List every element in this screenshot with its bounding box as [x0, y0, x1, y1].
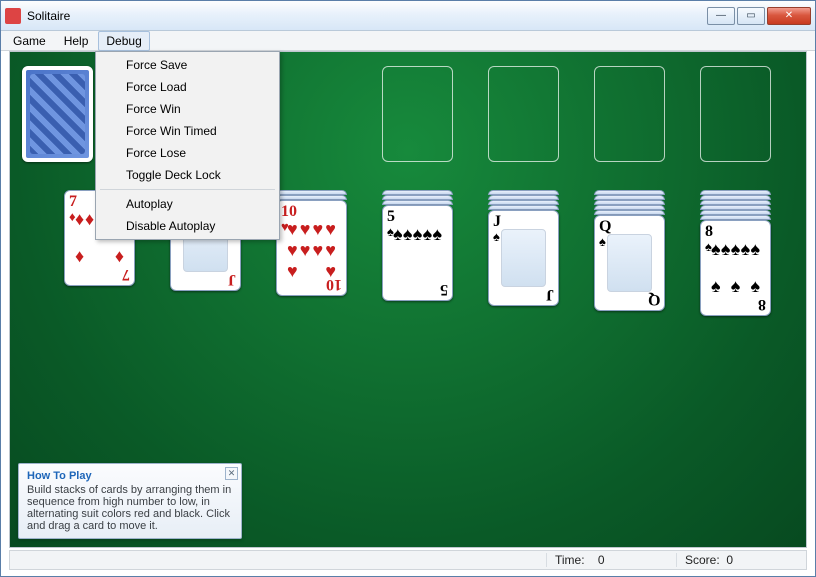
card-pips: ♠♠♠♠♠	[393, 224, 442, 282]
card-rank-bottom: J	[228, 270, 236, 288]
foundation-3[interactable]	[594, 66, 665, 162]
menubar: GameHelpDebug	[1, 31, 815, 51]
status-bar: Time: 0 Score: 0	[9, 550, 807, 570]
debug-force-save[interactable]: Force Save	[98, 54, 277, 76]
card-Q-spades[interactable]: Q♠Q	[594, 215, 665, 311]
titlebar: Solitaire — ▭ ✕	[1, 1, 815, 31]
minimize-button[interactable]: —	[707, 7, 735, 25]
card-face-art	[607, 234, 652, 292]
card-rank-bottom: Q	[648, 290, 660, 308]
maximize-button[interactable]: ▭	[737, 7, 765, 25]
status-time: Time: 0	[546, 553, 676, 567]
debug-disable-autoplay[interactable]: Disable Autoplay	[98, 215, 277, 237]
card-5-spades[interactable]: 5♠5♠♠♠♠♠	[382, 205, 453, 301]
time-value: 0	[598, 553, 605, 567]
tip-header: How To Play	[27, 470, 233, 482]
card-rank-bottom: J	[546, 285, 554, 303]
menu-help[interactable]: Help	[56, 31, 97, 51]
window-title: Solitaire	[27, 9, 705, 23]
tip-body: Build stacks of cards by arranging them …	[27, 484, 233, 532]
foundation-4[interactable]	[700, 66, 771, 162]
card-back[interactable]	[22, 66, 93, 162]
card-pips: ♠♠♠♠♠♠♠♠	[711, 239, 760, 297]
window-controls: — ▭ ✕	[705, 7, 811, 25]
debug-menu-dropdown: Force SaveForce LoadForce WinForce Win T…	[95, 51, 280, 240]
how-to-play-tip: ✕ How To Play Build stacks of cards by a…	[18, 463, 242, 539]
menu-debug[interactable]: Debug	[98, 31, 149, 51]
spades-icon: ♠	[599, 234, 606, 249]
debug-autoplay[interactable]: Autoplay	[98, 193, 277, 215]
card-8-spades[interactable]: 8♠8♠♠♠♠♠♠♠♠	[700, 220, 771, 316]
debug-toggle-deck-lock[interactable]: Toggle Deck Lock	[98, 164, 277, 186]
stock-pile[interactable]	[22, 66, 93, 162]
status-score: Score: 0	[676, 553, 806, 567]
score-value: 0	[726, 553, 733, 567]
foundation-1[interactable]	[382, 66, 453, 162]
debug-force-win-timed[interactable]: Force Win Timed	[98, 120, 277, 142]
foundation-2[interactable]	[488, 66, 559, 162]
menu-separator	[100, 189, 275, 190]
score-label: Score:	[685, 553, 720, 567]
card-rank-bottom: 7	[122, 265, 130, 283]
debug-force-load[interactable]: Force Load	[98, 76, 277, 98]
app-icon	[5, 8, 21, 24]
card-J-spades[interactable]: J♠J	[488, 210, 559, 306]
menu-game[interactable]: Game	[5, 31, 54, 51]
card-rank-bottom: 5	[440, 280, 448, 298]
card-rank-bottom: 8	[758, 295, 766, 313]
tip-close-button[interactable]: ✕	[225, 467, 238, 480]
spades-icon: ♠	[493, 229, 500, 244]
card-pips: ♥♥♥♥♥♥♥♥♥♥	[287, 219, 336, 277]
card-10-hearts[interactable]: 10♥10♥♥♥♥♥♥♥♥♥♥	[276, 200, 347, 296]
close-button[interactable]: ✕	[767, 7, 811, 25]
time-label: Time:	[555, 553, 585, 567]
debug-force-win[interactable]: Force Win	[98, 98, 277, 120]
debug-force-lose[interactable]: Force Lose	[98, 142, 277, 164]
card-face-art	[501, 229, 546, 287]
